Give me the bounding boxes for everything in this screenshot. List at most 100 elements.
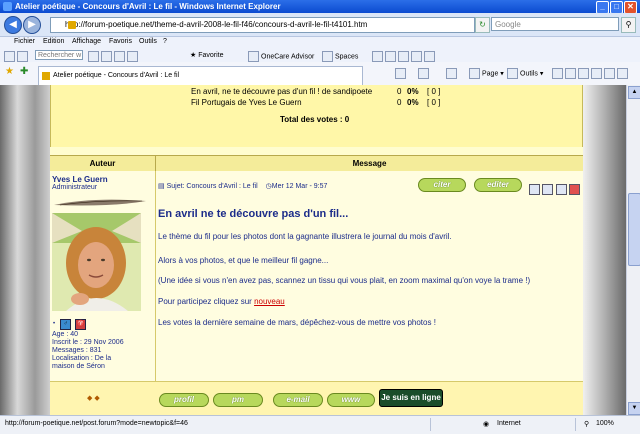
poll-percent: 0% [407,98,419,107]
scroll-down-arrow[interactable]: ▼ [628,402,640,415]
back-button[interactable]: ◀ [4,16,22,34]
post-line: (Une idée si vous n'en avez pas, scannez… [158,276,531,285]
www-button[interactable]: www [327,393,375,407]
vertical-scrollbar[interactable]: ▲ ▼ [626,85,640,415]
nav-arrows-icon[interactable]: ◆ ◆ [87,394,100,402]
online-status-button[interactable]: Je suis en ligne [379,389,443,407]
poll-total: Total des votes : 0 [280,115,350,124]
favorite-link[interactable]: ★ Favorite [190,51,224,59]
search-input[interactable]: Google [491,17,619,31]
zoom-icon[interactable]: ⚲ [584,420,589,428]
page-menu[interactable]: Page ▾ [469,68,504,79]
menu-view[interactable]: Affichage [72,38,101,45]
post-footer: ◆ ◆ profil pm e-mail www Je suis en lign… [50,381,583,415]
print-icon[interactable] [446,68,459,79]
poll-votes: [ 0 ] [427,87,441,96]
command-extra-icons[interactable] [552,68,630,79]
delete-icon[interactable] [542,184,553,195]
search-icon[interactable]: ⚲ [621,17,636,33]
poll-count: 0 [397,87,402,96]
toolbar-icons[interactable] [4,51,30,62]
background-image-right [583,85,626,415]
links-toolbar: Rechercher w ★ Favorite OneCare Advisor … [0,48,640,63]
feeds-icon[interactable] [418,68,431,79]
menu-file[interactable]: Fichier [14,38,35,45]
ip-icon[interactable] [529,184,540,195]
refresh-button[interactable]: ↻ [475,17,490,33]
post-subject: Sujet: Concours d'Avril : Le fil [166,183,258,190]
author-panel: Yves Le Guern Administrateur • ♂ ♈ Age:… [50,171,156,381]
address-toolbar: ◀ ▶ http://forum-poetique.net/theme-d-av… [0,13,640,37]
status-divider [575,418,576,431]
profile-button[interactable]: profil [159,393,209,407]
author-messages: Messages : 831 [52,347,102,354]
toolbar-tools[interactable] [88,51,140,62]
menu-bar: Fichier Edition Affichage Favoris Outils… [0,37,640,48]
window-title: Atelier poétique - Concours d'Avril : Le… [15,2,281,11]
author-column-header: Auteur [50,156,156,171]
tab-bar: ★ ✚ Atelier poétique - Concours d'Avril … [0,62,640,86]
toolbar-search-input[interactable]: Rechercher w [35,50,83,60]
tab-active[interactable]: Atelier poétique - Concours d'Avril : Le… [38,66,363,86]
toolbar-extra-icons[interactable] [372,51,437,62]
status-divider [430,418,431,431]
post-icon: ▤ [158,183,165,190]
post-title: En avril ne te découvre pas d'un fil... [158,208,349,220]
menu-favorites[interactable]: Favoris [109,38,132,45]
author-age: Age : 40 [52,331,79,338]
author-location-cont: maison de Séron [52,363,105,370]
scroll-up-arrow[interactable]: ▲ [628,86,640,99]
avatar [52,213,141,311]
post-line: Les votes la dernière semaine de mars, d… [158,318,436,327]
poll-votes: [ 0 ] [427,98,441,107]
avatar-photo [52,213,141,311]
author-info: Age : 40 Inscrit le : 29 Nov 2006 Messag… [52,331,124,371]
status-dot-icon: • [52,321,56,327]
forum-content: En avril, ne te découvre pas d'un fil ! … [50,85,583,415]
tab-favicon-icon [42,72,50,80]
feather-rank-image [54,199,146,206]
poll-results: En avril, ne te découvre pas d'un fil ! … [50,85,583,147]
pm-button[interactable]: pm [213,393,263,407]
report-icon[interactable] [556,184,567,195]
message-panel: ▤ Sujet: Concours d'Avril : Le fil ◷Mer … [156,171,583,381]
tools-menu[interactable]: Outils ▾ [507,68,543,79]
message-column-header: Message [352,159,387,168]
post-line: Le thème du fil pour les photos dont la … [158,232,452,241]
forward-button[interactable]: ▶ [23,16,41,34]
author-name[interactable]: Yves Le Guern [52,175,108,184]
post-meta: ▤ Sujet: Concours d'Avril : Le fil ◷Mer … [158,182,327,190]
male-icon: ♂ [60,319,72,330]
email-button[interactable]: e-mail [273,393,323,407]
internet-zone-icon: ◉ [483,421,490,428]
poll-count: 0 [397,98,402,107]
address-input[interactable]: http://forum-poetique.net/theme-d-avril-… [50,17,475,33]
status-url: http://forum-poetique.net/post.forum?mod… [5,420,188,427]
scroll-thumb[interactable] [628,193,640,266]
post-header-row: Auteur Message [50,155,583,172]
menu-help[interactable]: ? [163,38,167,45]
add-favorite-icon[interactable]: ✚ [20,66,28,77]
security-zone: Internet [497,420,521,427]
quote-button[interactable]: citer [418,178,466,192]
author-role: Administrateur [52,184,98,191]
zoom-level[interactable]: 100% [596,420,614,427]
zodiac-icon: ♈ [75,319,87,330]
edit-button[interactable]: editer [474,178,522,192]
new-topic-link[interactable]: nouveau [254,297,285,306]
author-joined: Inscrit le : 29 Nov 2006 [52,339,124,346]
ie-icon [3,2,12,11]
tab-label: Atelier poétique - Concours d'Avril : Le… [53,72,180,79]
post-line-with-link: Pour participez cliquez sur nouveau [158,297,285,306]
page-viewport: En avril, ne te découvre pas d'un fil ! … [0,85,626,415]
poll-row: En avril, ne te découvre pas d'un fil ! … [191,87,373,96]
favorites-star-icon[interactable]: ★ [5,66,14,77]
warn-icon[interactable] [569,184,580,195]
menu-edit[interactable]: Edition [43,38,64,45]
onecare-link[interactable]: OneCare Advisor [248,51,314,62]
spaces-link[interactable]: Spaces [322,51,358,62]
home-icon[interactable] [395,68,408,79]
menu-tools[interactable]: Outils [139,38,157,45]
status-bar: http://forum-poetique.net/post.forum?mod… [0,415,640,434]
author-status-icons: • ♂ ♈ [52,318,88,330]
